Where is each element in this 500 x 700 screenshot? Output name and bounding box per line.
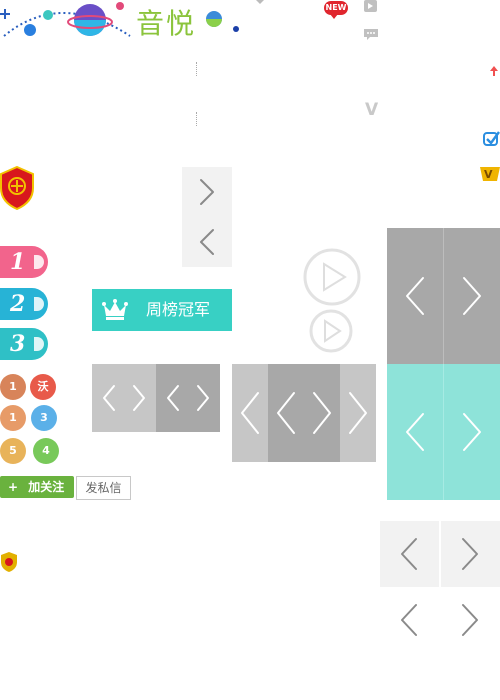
prev-arrow-button[interactable]	[92, 364, 124, 432]
logo-text: 音悦	[136, 7, 197, 40]
new-badge-tail	[330, 14, 338, 19]
play-video-icon[interactable]	[363, 0, 379, 14]
arrow-strip-right[interactable]	[340, 364, 376, 462]
dotted-divider	[196, 112, 198, 126]
next-arrow-button[interactable]	[441, 521, 500, 587]
follow-button-label: 加关注	[28, 480, 65, 494]
prev-next-arrows-icon	[277, 392, 331, 434]
next-arrow-icon	[462, 538, 478, 570]
level-badge: 3	[31, 405, 57, 431]
arrow-nav-vertical	[182, 167, 232, 267]
logo-graphic	[0, 2, 239, 37]
rank-badge-number: 2	[10, 291, 26, 317]
level-badge-number: 5	[9, 444, 17, 457]
next-arrow-button[interactable]	[188, 364, 220, 432]
police-emblem-icon	[0, 166, 34, 210]
rank-badge-3: 3	[0, 328, 48, 360]
prev-arrow-button[interactable]	[387, 228, 443, 364]
rank-badge-2: 2	[0, 288, 48, 320]
next-arrow-button[interactable]	[441, 587, 500, 653]
prev-arrow-button[interactable]	[156, 364, 188, 432]
arrow-strip-center[interactable]	[268, 364, 340, 462]
site-logo[interactable]: 音悦	[0, 0, 250, 42]
weekly-champion-button[interactable]: 周榜冠军	[92, 289, 232, 331]
arrow-strip-left[interactable]	[232, 364, 268, 462]
next-arrow-button[interactable]	[182, 167, 232, 217]
small-emblem-icon	[1, 552, 17, 572]
rank-badge-number: 1	[10, 249, 26, 275]
next-arrow-icon	[349, 392, 367, 434]
comment-icon[interactable]	[363, 28, 379, 42]
level-badge: 4	[33, 438, 59, 464]
level-badge-number: 3	[40, 411, 48, 424]
arrow-pair-light	[92, 364, 156, 432]
level-badge-number: 1	[9, 380, 17, 393]
rank-badge-number: 3	[10, 331, 26, 357]
next-arrow-icon	[462, 604, 478, 636]
rank-badge-1: 1	[0, 246, 48, 278]
next-arrow-button[interactable]	[444, 364, 500, 500]
follow-button[interactable]: + 加关注	[0, 476, 74, 498]
level-badge-char: 沃	[37, 380, 49, 393]
level-badge-number: 4	[42, 444, 50, 457]
vip-gold-icon: V	[480, 167, 500, 181]
verified-check-icon	[483, 131, 500, 146]
plus-icon: +	[8, 480, 19, 494]
prev-arrow-icon	[401, 604, 417, 636]
prev-arrow-icon	[401, 538, 417, 570]
prev-arrow-button[interactable]	[380, 587, 439, 653]
level-badge: 沃	[30, 374, 56, 400]
arrow-pair-dark	[156, 364, 220, 432]
prev-arrow-button[interactable]	[387, 364, 443, 500]
vip-letter: V	[365, 100, 379, 120]
level-badge: 1	[0, 405, 26, 431]
level-badge-number: 1	[9, 411, 17, 424]
new-badge: NEW	[324, 1, 348, 15]
arrow-panel-gray	[387, 228, 500, 364]
message-button[interactable]: 发私信	[76, 476, 131, 500]
crown-icon	[102, 299, 128, 320]
arrow-strip	[232, 364, 376, 462]
message-button-label: 发私信	[85, 481, 122, 495]
play-button-small[interactable]	[309, 309, 353, 353]
level-badge: 1	[0, 374, 26, 400]
up-arrow-icon	[490, 66, 498, 76]
weekly-champion-label: 周榜冠军	[146, 300, 211, 319]
next-arrow-button[interactable]	[444, 228, 500, 364]
arrow-grid-light	[380, 521, 500, 653]
dotted-divider	[196, 62, 198, 76]
new-badge-text: NEW	[325, 3, 347, 12]
svg-text:V: V	[484, 168, 493, 181]
prev-arrow-button[interactable]	[380, 521, 439, 587]
play-button-large[interactable]	[303, 248, 361, 306]
next-arrow-button[interactable]	[124, 364, 156, 432]
prev-arrow-button[interactable]	[182, 217, 232, 267]
level-badge: 5	[0, 438, 26, 464]
dropdown-caret-icon	[256, 0, 264, 4]
arrow-panel-teal	[387, 364, 500, 500]
prev-arrow-icon	[241, 392, 259, 434]
